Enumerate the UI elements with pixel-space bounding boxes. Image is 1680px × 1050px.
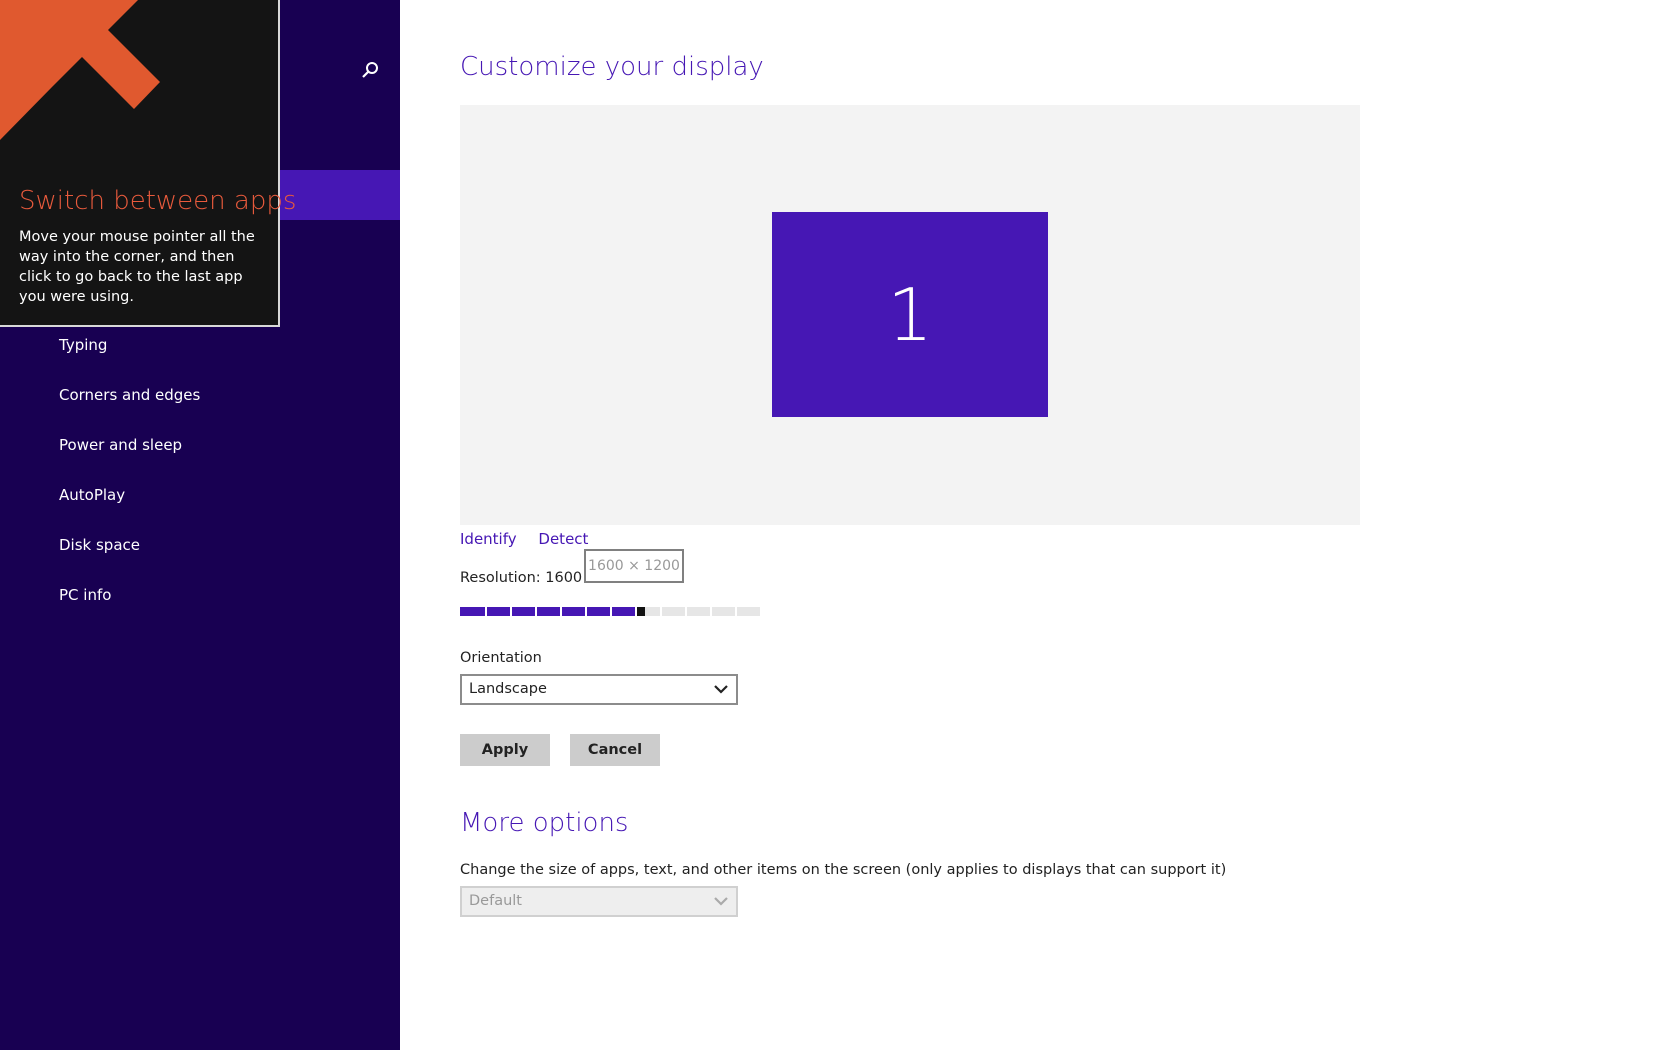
- sidebar-item-autoplay[interactable]: AutoPlay: [59, 480, 200, 530]
- corner-arrow-icon: [0, 0, 160, 140]
- resolution-tooltip: 1600 × 1200: [584, 549, 684, 583]
- apply-button[interactable]: Apply: [460, 734, 550, 766]
- display-settings-main: Customize your display 1 Identify Detect…: [460, 0, 1660, 1050]
- orientation-select[interactable]: Landscape: [460, 674, 738, 705]
- sidebar-item-pc-info[interactable]: PC info: [59, 580, 200, 630]
- scale-select[interactable]: Default: [460, 886, 738, 917]
- pc-settings-window: Typing Corners and edges Power and sleep…: [0, 0, 1680, 1050]
- sidebar-item-disk-space[interactable]: Disk space: [59, 530, 200, 580]
- sidebar-item-corners-and-edges[interactable]: Corners and edges: [59, 380, 200, 430]
- slider-tick: [685, 607, 687, 616]
- display-arrangement-area: 1: [460, 105, 1360, 525]
- slider-tick: [660, 607, 662, 616]
- orientation-value: Landscape: [469, 681, 547, 697]
- slider-tick: [485, 607, 487, 616]
- slider-tick: [535, 607, 537, 616]
- switch-apps-tip: Switch between apps Move your mouse poin…: [0, 0, 296, 327]
- slider-tick: [635, 607, 637, 616]
- tip-text: Move your mouse pointer all the way into…: [19, 229, 255, 305]
- search-icon[interactable]: [360, 60, 380, 80]
- slider-tick: [585, 607, 587, 616]
- slider-tick: [610, 607, 612, 616]
- chevron-down-icon: [714, 685, 728, 694]
- cancel-button[interactable]: Cancel: [570, 734, 660, 766]
- slider-tick: [710, 607, 712, 616]
- more-options-title: More options: [460, 808, 629, 838]
- identify-link[interactable]: Identify: [460, 530, 517, 548]
- sidebar-nav-list: Typing Corners and edges Power and sleep…: [59, 330, 200, 630]
- detect-link[interactable]: Detect: [538, 530, 588, 548]
- display-links: Identify Detect: [460, 530, 605, 548]
- slider-tick: [560, 607, 562, 616]
- scale-label: Change the size of apps, text, and other…: [460, 862, 1227, 878]
- chevron-down-icon: [714, 897, 728, 906]
- resolution-slider[interactable]: [460, 607, 760, 616]
- monitor-1-tile[interactable]: 1: [772, 212, 1048, 417]
- sidebar-item-typing[interactable]: Typing: [59, 330, 200, 380]
- page-title: Customize your display: [460, 52, 764, 82]
- slider-tick: [735, 607, 737, 616]
- slider-tick: [510, 607, 512, 616]
- scale-value: Default: [469, 893, 522, 909]
- sidebar-item-power-and-sleep[interactable]: Power and sleep: [59, 430, 200, 480]
- orientation-label: Orientation: [460, 650, 542, 666]
- tip-title: Switch between apps: [19, 186, 297, 216]
